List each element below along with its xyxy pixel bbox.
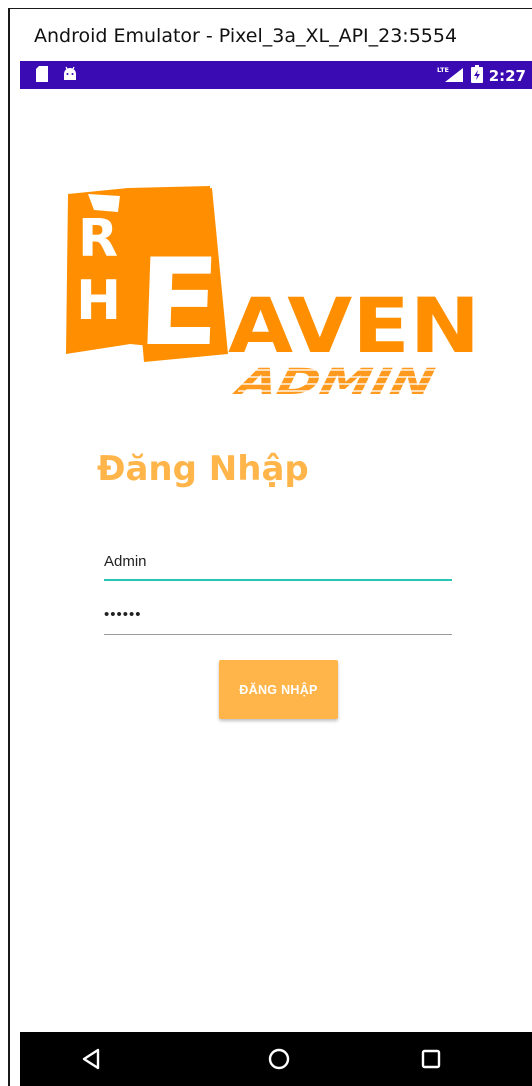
password-value[interactable]: •••••• bbox=[104, 606, 142, 623]
recent-apps-icon[interactable] bbox=[418, 1046, 444, 1072]
back-icon[interactable] bbox=[79, 1046, 105, 1072]
login-heading: Đăng Nhập bbox=[97, 449, 309, 489]
sd-card-icon bbox=[36, 66, 48, 86]
logo-letter-h: H bbox=[76, 269, 121, 332]
android-icon bbox=[62, 66, 78, 86]
window-frame-left bbox=[8, 8, 10, 1086]
battery-icon bbox=[470, 65, 483, 87]
username-value[interactable]: Admin bbox=[104, 553, 147, 570]
logo-brand-suffix: AVEN bbox=[228, 281, 480, 370]
status-bar: LTE 2:27 bbox=[20, 61, 532, 89]
password-field[interactable]: •••••• bbox=[104, 604, 452, 635]
emulator-title-bar: Android Emulator - Pixel_3a_XL_API_23:55… bbox=[10, 9, 532, 61]
reheaven-admin-logo: R H E AVEN ADMIN bbox=[66, 186, 480, 403]
login-button[interactable]: ĐĂNG NHẬP bbox=[219, 660, 338, 719]
logo-letter-e: E bbox=[135, 234, 222, 373]
username-field[interactable]: Admin bbox=[104, 549, 452, 581]
window-title: Android Emulator - Pixel_3a_XL_API_23:55… bbox=[34, 25, 458, 47]
logo-subtitle: ADMIN bbox=[229, 360, 438, 403]
logo-letter-r: R bbox=[78, 209, 118, 269]
lte-signal-icon: LTE bbox=[437, 65, 465, 87]
navigation-bar bbox=[20, 1032, 532, 1086]
svg-text:LTE: LTE bbox=[437, 66, 449, 74]
app-content: R H E AVEN ADMIN Đăng Nhập Admin •••••• … bbox=[20, 89, 532, 1032]
home-icon[interactable] bbox=[266, 1046, 292, 1072]
status-time: 2:27 bbox=[488, 67, 526, 85]
